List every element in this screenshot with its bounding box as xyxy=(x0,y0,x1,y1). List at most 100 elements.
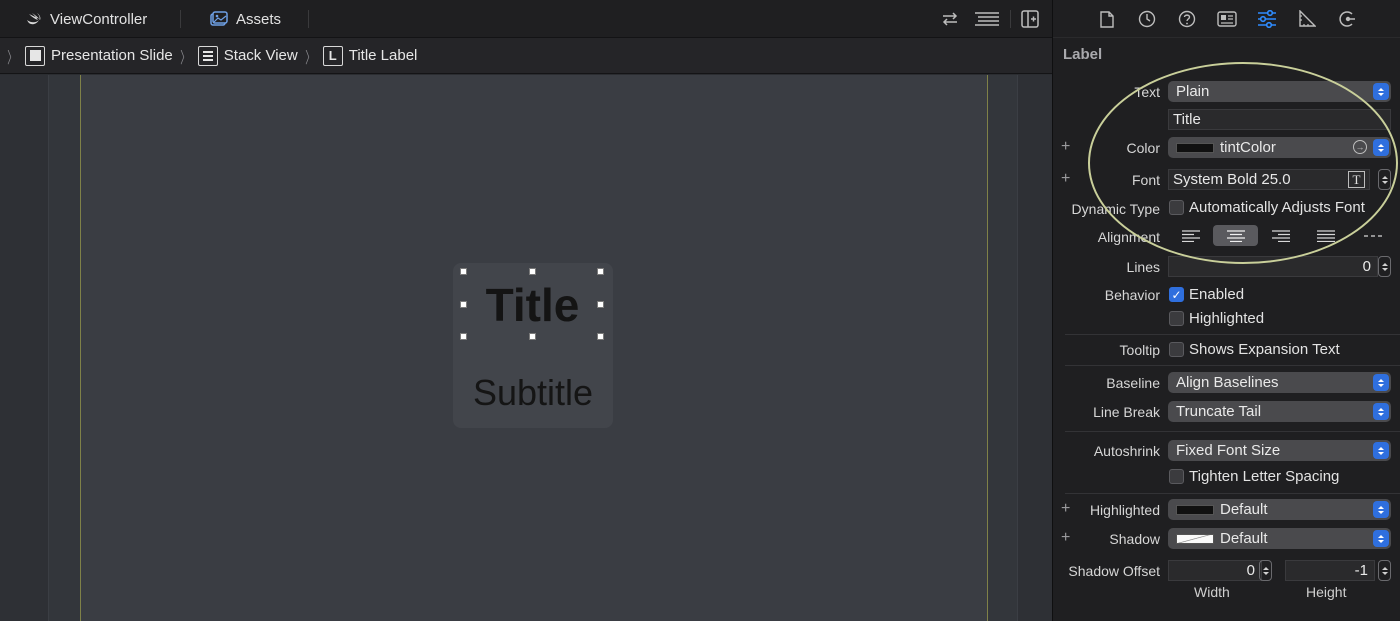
align-left-icon[interactable] xyxy=(1168,225,1213,246)
enabled-checkbox[interactable]: ✓ xyxy=(1169,287,1184,302)
popup-arrows-icon xyxy=(1373,403,1389,420)
shadow-height-field[interactable]: -1 xyxy=(1285,560,1375,581)
title-label[interactable]: Title xyxy=(464,272,601,337)
selection-handle[interactable] xyxy=(597,268,604,275)
font-value: System Bold 25.0 xyxy=(1173,171,1291,188)
editor-tab-bar: ViewController Assets xyxy=(0,0,1052,38)
selection-handle[interactable] xyxy=(529,268,536,275)
color-label: Color xyxy=(1126,140,1160,156)
shadow-width-stepper[interactable] xyxy=(1259,560,1272,581)
add-variation-color-button[interactable]: + xyxy=(1061,138,1070,156)
dynamic-type-label: Dynamic Type xyxy=(1071,201,1160,217)
history-inspector-icon[interactable] xyxy=(1137,9,1157,29)
connections-inspector-icon[interactable] xyxy=(1337,9,1357,29)
highlighted-color-label: Highlighted xyxy=(1089,502,1160,518)
color-swatch xyxy=(1176,504,1214,515)
baseline-popup[interactable]: Align Baselines xyxy=(1168,372,1391,393)
subtitle-label[interactable]: Subtitle xyxy=(453,370,613,416)
selection-handle[interactable] xyxy=(597,301,604,308)
highlighted-color-popup[interactable]: Default xyxy=(1168,499,1391,520)
go-to-color-icon[interactable]: → xyxy=(1353,140,1367,154)
shadow-height-stepper[interactable] xyxy=(1378,560,1391,581)
popup-arrows-icon xyxy=(1373,501,1389,518)
expansion-text-label: Shows Expansion Text xyxy=(1189,341,1340,358)
lines-label: Lines xyxy=(1126,259,1160,275)
label-icon: L xyxy=(322,45,343,66)
add-editor-icon[interactable] xyxy=(1020,9,1040,29)
highlighted-checkbox[interactable] xyxy=(1169,311,1184,326)
inspector-section-title: Label xyxy=(1063,46,1103,63)
add-variation-shadow-button[interactable]: + xyxy=(1061,529,1070,547)
font-picker-icon[interactable]: T xyxy=(1348,171,1365,188)
selection-handle[interactable] xyxy=(460,333,467,340)
lines-field[interactable]: 0 xyxy=(1168,256,1378,277)
attributes-inspector: Label Text Plain Title + Color tintColor… xyxy=(1052,0,1400,621)
tab-viewcontroller[interactable]: ViewController xyxy=(26,0,147,38)
height-caption: Height xyxy=(1306,584,1347,600)
behavior-label: Behavior xyxy=(1104,287,1160,303)
line-break-label: Line Break xyxy=(1093,404,1160,420)
font-size-stepper[interactable] xyxy=(1378,169,1391,190)
stack-view-icon xyxy=(197,45,218,66)
autoshrink-popup[interactable]: Fixed Font Size xyxy=(1168,440,1391,461)
align-center-icon[interactable] xyxy=(1213,225,1258,246)
line-break-popup[interactable]: Truncate Tail xyxy=(1168,401,1391,422)
breadcrumb-label: Presentation Slide xyxy=(51,47,173,64)
tighten-spacing-label: Tighten Letter Spacing xyxy=(1189,468,1340,485)
color-value: tintColor xyxy=(1220,139,1276,156)
identity-inspector-icon[interactable] xyxy=(1217,9,1237,29)
font-label: Font xyxy=(1131,172,1160,188)
popup-arrows-icon xyxy=(1373,374,1389,391)
breadcrumb-title-label[interactable]: L Title Label xyxy=(321,38,417,74)
section-divider xyxy=(1065,493,1400,494)
popup-arrows-icon xyxy=(1373,139,1389,156)
text-content-field[interactable]: Title xyxy=(1168,109,1391,130)
chevron-right-icon: 〉 xyxy=(179,49,190,67)
interface-builder-editor: ViewController Assets 〉 Presentation Sli… xyxy=(0,0,1052,621)
file-inspector-icon[interactable] xyxy=(1097,9,1117,29)
help-inspector-icon[interactable] xyxy=(1177,9,1197,29)
tooltip-label: Tooltip xyxy=(1119,342,1160,358)
size-inspector-icon[interactable] xyxy=(1297,9,1317,29)
lines-stepper[interactable] xyxy=(1378,256,1391,277)
asset-catalog-icon xyxy=(210,11,228,27)
width-caption: Width xyxy=(1194,584,1230,600)
align-right-icon[interactable] xyxy=(1258,225,1303,246)
text-type-label: Text xyxy=(1134,84,1160,100)
selection-handle[interactable] xyxy=(460,301,467,308)
align-justified-icon[interactable] xyxy=(1303,225,1348,246)
section-divider xyxy=(1065,334,1400,335)
selection-handle[interactable] xyxy=(597,333,604,340)
selection-handle[interactable] xyxy=(460,268,467,275)
expansion-text-checkbox[interactable] xyxy=(1169,342,1184,357)
tab-assets[interactable]: Assets xyxy=(210,0,281,38)
selection-handle[interactable] xyxy=(529,333,536,340)
baseline-value: Align Baselines xyxy=(1176,374,1279,391)
add-variation-font-button[interactable]: + xyxy=(1061,170,1070,188)
enabled-label: Enabled xyxy=(1189,286,1245,303)
popup-arrows-icon xyxy=(1373,83,1389,100)
shadow-offset-label: Shadow Offset xyxy=(1068,563,1160,579)
shadow-color-popup[interactable]: Default xyxy=(1168,528,1391,549)
tighten-spacing-checkbox[interactable] xyxy=(1169,469,1184,484)
align-natural-icon[interactable] xyxy=(1348,225,1398,246)
baseline-label: Baseline xyxy=(1106,375,1160,391)
swap-arrows-icon[interactable] xyxy=(940,9,960,29)
breadcrumb-stack-view[interactable]: Stack View xyxy=(196,38,298,74)
breadcrumb-label: Stack View xyxy=(223,47,298,64)
text-type-popup[interactable]: Plain xyxy=(1168,81,1391,102)
auto-adjust-font-checkbox[interactable] xyxy=(1169,200,1184,215)
color-popup[interactable]: tintColor → xyxy=(1168,137,1391,158)
attributes-inspector-icon[interactable] xyxy=(1257,9,1277,29)
swift-icon xyxy=(26,12,42,26)
editor-options-icon[interactable] xyxy=(974,9,1000,29)
tab-separator xyxy=(308,10,309,28)
font-field[interactable]: System Bold 25.0 T xyxy=(1168,169,1370,190)
autoshrink-label: Autoshrink xyxy=(1093,443,1160,459)
section-divider xyxy=(1065,365,1400,366)
line-break-value: Truncate Tail xyxy=(1176,403,1262,420)
breadcrumb-presentation-slide[interactable]: Presentation Slide xyxy=(23,38,173,74)
add-variation-highlighted-button[interactable]: + xyxy=(1061,500,1070,518)
tab-assets-label: Assets xyxy=(236,10,282,28)
shadow-width-field[interactable]: 0 xyxy=(1168,560,1262,581)
